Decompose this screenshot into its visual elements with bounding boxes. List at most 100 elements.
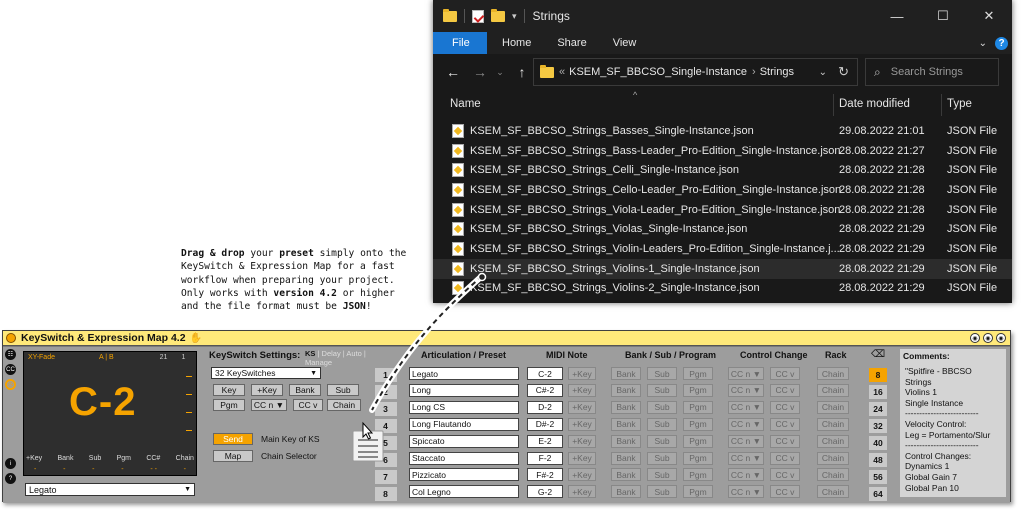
ccn-cell[interactable]: CC n ▼ <box>728 383 764 397</box>
row-number[interactable]: 2 <box>373 384 398 401</box>
ccv-cell[interactable]: CC v <box>770 468 800 482</box>
articulation-name-field[interactable]: Staccato <box>409 451 519 465</box>
pkey-cell[interactable]: +Key <box>568 367 596 380</box>
help-icon[interactable]: ? <box>5 473 16 484</box>
midi-note-field[interactable]: F#-2 <box>527 468 563 482</box>
file-row[interactable]: KSEM_SF_BBCSO_Strings_Violas_Single-Inst… <box>433 219 1012 239</box>
row-number[interactable]: 7 <box>373 468 398 485</box>
breadcrumb-current[interactable]: Strings <box>760 66 794 78</box>
tab-share[interactable]: Share <box>544 32 599 54</box>
bank-cell[interactable]: Bank <box>611 383 641 397</box>
articulation-name-field[interactable]: Long <box>409 383 519 397</box>
clock-icon[interactable]: ◷ <box>5 379 16 390</box>
articulation-name-field[interactable]: Col Legno <box>409 485 519 499</box>
pgm-cell[interactable]: Pgm <box>683 383 713 397</box>
pkey-cell[interactable]: +Key <box>568 485 596 499</box>
key-button[interactable]: Key <box>213 384 245 396</box>
ccn-cell[interactable]: CC n ▼ <box>728 485 764 499</box>
file-row[interactable]: KSEM_SF_BBCSO_Strings_Cello-Leader_Pro-E… <box>433 180 1012 200</box>
bank-button[interactable]: Bank <box>289 384 321 396</box>
quick-access-dropdown-icon[interactable]: ▾ <box>512 11 517 22</box>
ccn-cell[interactable]: CC n ▼ <box>728 434 764 448</box>
tab-home[interactable]: Home <box>489 32 544 54</box>
midi-note-field[interactable]: C-2 <box>527 367 563 380</box>
pgm-cell[interactable]: Pgm <box>683 485 713 499</box>
pkey-cell[interactable]: +Key <box>568 468 596 482</box>
ccn-cell[interactable]: CC n ▼ <box>728 451 764 465</box>
row-number[interactable]: 1 <box>373 367 398 384</box>
articulation-name-field[interactable]: Pizzicato <box>409 468 519 482</box>
pgm-cell[interactable]: Pgm <box>683 451 713 465</box>
pkey-cell[interactable]: +Key <box>568 434 596 448</box>
hot-swap-icon[interactable]: ◉ <box>970 333 980 343</box>
back-arrow-icon[interactable]: ← <box>441 64 465 80</box>
bank-cell[interactable]: Bank <box>611 417 641 431</box>
expand-ribbon-icon[interactable]: ⌄ <box>979 38 987 49</box>
midi-note-field[interactable]: G-2 <box>527 485 563 499</box>
pgm-button[interactable]: Pgm <box>213 399 245 411</box>
pgm-cell[interactable]: Pgm <box>683 400 713 414</box>
bank-cell[interactable]: Bank <box>611 367 641 380</box>
bank-cell[interactable]: Bank <box>611 485 641 499</box>
midi-note-field[interactable]: E-2 <box>527 434 563 448</box>
keyswitch-count-select[interactable]: 32 KeySwitches ▼ <box>211 367 321 379</box>
chain-cell[interactable]: Chain <box>817 417 849 431</box>
close-button[interactable]: ✕ <box>966 0 1012 32</box>
sub-cell[interactable]: Sub <box>647 367 677 380</box>
recent-locations-icon[interactable]: ⌄ <box>488 67 512 78</box>
minimize-button[interactable]: — <box>874 0 920 32</box>
chain-cell[interactable]: Chain <box>817 367 849 380</box>
settings-tabs[interactable]: KS | Delay | Auto | Manage <box>305 349 369 367</box>
midi-note-field[interactable]: F-2 <box>527 451 563 465</box>
page-button[interactable]: 56 <box>867 468 889 485</box>
sub-button[interactable]: Sub <box>327 384 359 396</box>
pkey-cell[interactable]: +Key <box>568 400 596 414</box>
ccv-cell[interactable]: CC v <box>770 451 800 465</box>
device-menu-icon[interactable]: ◉ <box>996 333 1006 343</box>
pgm-cell[interactable]: Pgm <box>683 434 713 448</box>
bank-cell[interactable]: Bank <box>611 451 641 465</box>
ccv-cell[interactable]: CC v <box>770 383 800 397</box>
chain-button[interactable]: Chain <box>327 399 361 411</box>
midi-note-field[interactable]: C#-2 <box>527 383 563 397</box>
page-button[interactable]: 16 <box>867 384 889 401</box>
chain-cell[interactable]: Chain <box>817 434 849 448</box>
new-folder-icon[interactable] <box>491 8 505 22</box>
ccn-cell[interactable]: CC n ▼ <box>728 417 764 431</box>
chain-cell[interactable]: Chain <box>817 400 849 414</box>
row-number[interactable]: 3 <box>373 401 398 418</box>
ccn-cell[interactable]: CC n ▼ <box>728 367 764 380</box>
folder-icon[interactable] <box>443 8 457 22</box>
file-row[interactable]: KSEM_SF_BBCSO_Strings_Violins-1_Single-I… <box>433 258 1012 279</box>
tab-file[interactable]: File <box>433 32 487 54</box>
cc-icon[interactable]: CC <box>5 364 16 375</box>
properties-icon[interactable] <box>472 9 484 23</box>
sub-cell[interactable]: Sub <box>647 400 677 414</box>
ccn-cell[interactable]: CC n ▼ <box>728 400 764 414</box>
page-button[interactable]: 32 <box>867 418 889 435</box>
page-button[interactable]: 48 <box>867 451 889 468</box>
bank-cell[interactable]: Bank <box>611 434 641 448</box>
sub-cell[interactable]: Sub <box>647 383 677 397</box>
ccv-cell[interactable]: CC v <box>770 434 800 448</box>
pgm-cell[interactable]: Pgm <box>683 417 713 431</box>
breadcrumb-parent[interactable]: KSEM_SF_BBCSO_Single-Instance <box>569 66 747 78</box>
refresh-icon[interactable]: ↻ <box>838 64 849 80</box>
articulation-name-field[interactable]: Long CS <box>409 400 519 414</box>
page-button[interactable]: 64 <box>867 485 889 502</box>
file-row[interactable]: KSEM_SF_BBCSO_Strings_Celli_Single-Insta… <box>433 160 1012 180</box>
eraser-icon[interactable]: ⌫ <box>871 349 885 360</box>
tab-view[interactable]: View <box>600 32 650 54</box>
keyswitch-display[interactable]: XY-Fade A | B 21 1 C-2 +Key Bank Sub Pgm… <box>23 351 197 476</box>
help-icon[interactable]: ? <box>995 36 1008 50</box>
address-box[interactable]: « KSEM_SF_BBCSO_Single-Instance › String… <box>533 58 858 86</box>
search-input[interactable]: ⌕ Search Strings <box>865 58 999 86</box>
page-button[interactable]: 24 <box>867 401 889 418</box>
articulation-name-field[interactable]: Spiccato <box>409 434 519 448</box>
midi-note-field[interactable]: D#-2 <box>527 417 563 431</box>
row-number[interactable]: 8 <box>373 485 398 502</box>
maximize-button[interactable]: ☐ <box>920 0 966 32</box>
chevron-down-icon[interactable]: ⌄ <box>819 67 827 78</box>
map-button[interactable]: Map <box>213 450 253 462</box>
file-row[interactable]: KSEM_SF_BBCSO_Strings_Violins-2_Single-I… <box>433 279 1012 299</box>
